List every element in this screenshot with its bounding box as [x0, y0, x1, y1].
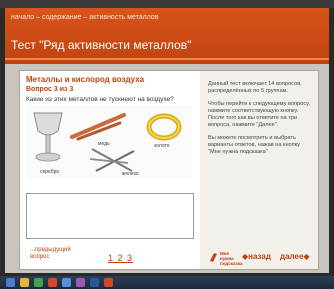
help-paragraph-3: Вы можете посмотреть и выбрать варианты … — [208, 135, 300, 155]
label-gold: золото — [154, 143, 170, 149]
question-number: Вопрос 3 из 3 — [26, 86, 74, 93]
page-numbers[interactable]: 1 2 3 — [108, 253, 133, 263]
media-icon[interactable] — [34, 278, 43, 287]
start-icon[interactable] — [6, 278, 15, 287]
question-area: Металлы и кислород воздуха Вопрос 3 из 3… — [20, 71, 200, 269]
breadcrumb[interactable]: начало – содержание – активность металло… — [11, 14, 158, 21]
help-text: Данный тест включает 14 вопросов, распре… — [208, 81, 312, 162]
hint-label: Мне нужна подсказка — [220, 251, 243, 266]
silver-goblet-image[interactable] — [30, 109, 66, 165]
metals-image: серебро медь железо золото — [26, 105, 192, 179]
next-button[interactable]: далее◆ — [280, 252, 310, 261]
label-silver: серебро — [40, 169, 60, 175]
hint-button[interactable]: Мне нужна подсказка — [208, 249, 243, 266]
app-header: начало – содержание – активность металло… — [5, 8, 329, 64]
section-title: Металлы и кислород воздуха — [26, 75, 145, 84]
page-title: Тест "Ряд активности металлов" — [11, 38, 192, 52]
navigation-bar: Мне нужна подсказка ◆назад далее◆ — [208, 249, 316, 266]
previous-question-link[interactable]: ...предыдущий вопрос — [30, 247, 71, 261]
taskbar — [0, 276, 334, 289]
label-iron: железо — [122, 171, 139, 177]
help-panel: Данный тест включает 14 вопросов, распре… — [200, 71, 318, 269]
answer-field[interactable] — [26, 193, 194, 239]
presentation-icon[interactable] — [104, 278, 113, 287]
app-icon[interactable] — [76, 278, 85, 287]
explorer-icon[interactable] — [20, 278, 29, 287]
help-paragraph-1: Данный тест включает 14 вопросов, распре… — [208, 81, 302, 94]
folder-icon[interactable] — [62, 278, 71, 287]
app-window: начало – содержание – активность металло… — [5, 8, 329, 273]
copper-rods-image[interactable] — [68, 111, 128, 141]
test-panel: Металлы и кислород воздуха Вопрос 3 из 3… — [19, 70, 319, 270]
gold-ring-image[interactable] — [146, 113, 182, 141]
hint-icon — [210, 253, 217, 262]
browser-icon[interactable] — [48, 278, 57, 287]
help-paragraph-2: Чтобы перейти к следующему вопросу, нажм… — [208, 101, 310, 128]
desktop-top-bar — [0, 0, 334, 8]
back-button[interactable]: ◆назад — [242, 252, 271, 261]
question-text: Какие из этих металлов не тускнеют на во… — [26, 96, 174, 103]
word-icon[interactable] — [90, 278, 99, 287]
header-divider — [5, 58, 329, 60]
